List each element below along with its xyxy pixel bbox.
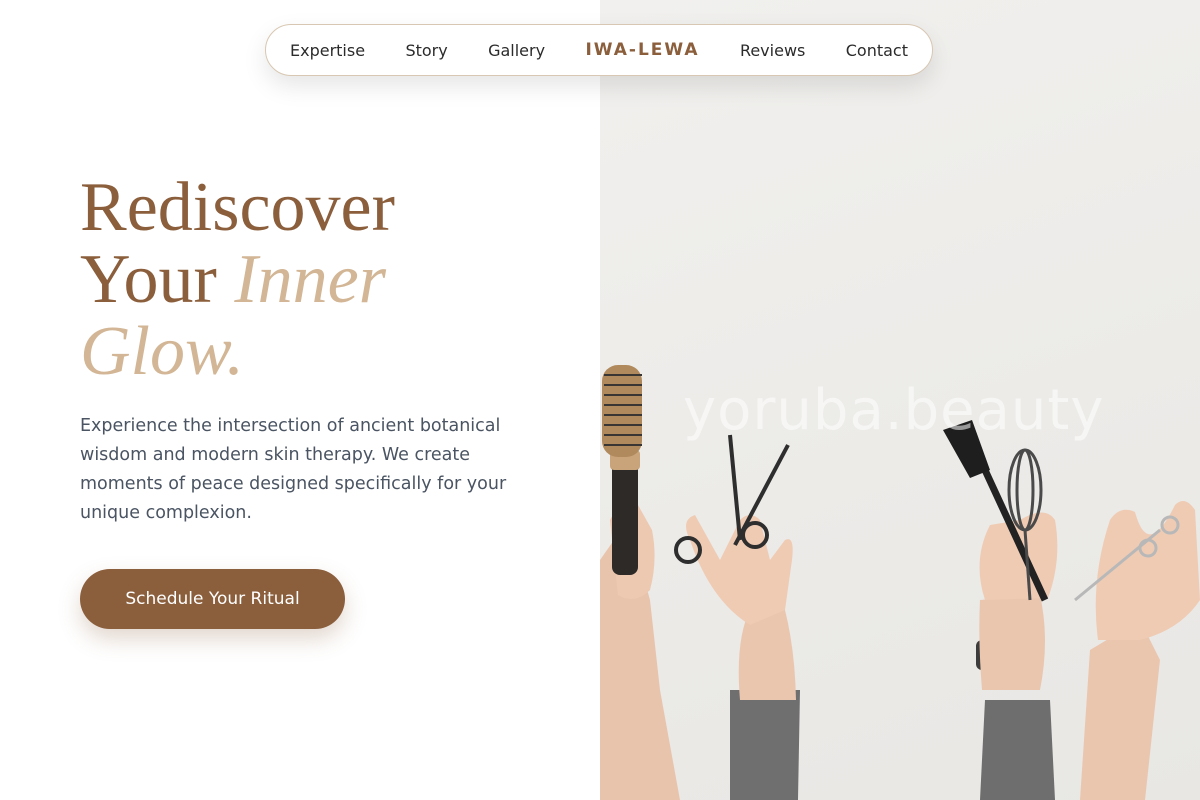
arm-with-scissors xyxy=(674,434,800,800)
nav-link-gallery[interactable]: Gallery xyxy=(488,41,545,60)
hero-description: Experience the intersection of ancient b… xyxy=(80,416,507,523)
arm-with-scissors-right xyxy=(1074,501,1200,800)
hair-brush-icon xyxy=(612,455,638,575)
arm-with-brush xyxy=(600,365,680,800)
arm-with-tools xyxy=(943,420,1058,800)
nav-link-expertise[interactable]: Expertise xyxy=(290,41,365,60)
nav-link-reviews[interactable]: Reviews xyxy=(740,41,805,60)
brand-logo[interactable]: IWA-LEWA xyxy=(585,40,699,60)
headline-line-3-accent: Glow. xyxy=(80,313,244,390)
headline-line-1: Rediscover xyxy=(80,169,395,246)
image-watermark: yoruba.beauty xyxy=(683,378,1105,443)
top-nav: Expertise Story Gallery IWA-LEWA Reviews… xyxy=(265,24,933,76)
hero-image: yoruba.beauty xyxy=(600,0,1200,800)
headline-line-2-plain: Your xyxy=(80,241,235,318)
headline-line-2-accent: Inner xyxy=(234,241,386,318)
nav-link-contact[interactable]: Contact xyxy=(846,41,908,60)
schedule-ritual-button[interactable]: Schedule Your Ritual xyxy=(80,569,345,629)
nav-link-story[interactable]: Story xyxy=(405,41,447,60)
hero-left-panel xyxy=(0,0,600,800)
hero-headline: Rediscover Your Inner Glow. xyxy=(80,172,395,388)
